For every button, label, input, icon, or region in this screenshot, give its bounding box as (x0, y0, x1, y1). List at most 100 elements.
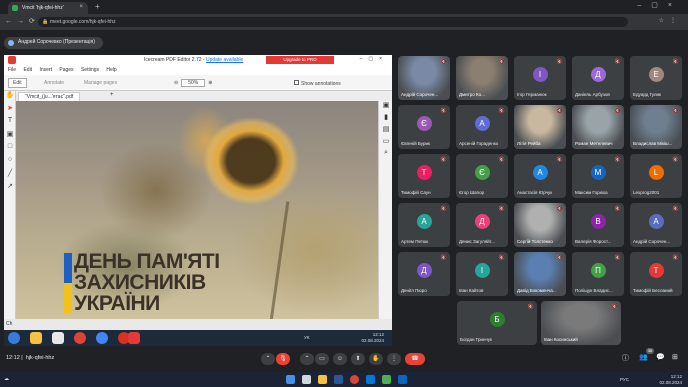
camera-chevron-icon[interactable]: ⌃ (300, 353, 314, 365)
edit-button[interactable]: Edit (8, 78, 27, 88)
people-icon[interactable]: 👥 (639, 353, 648, 361)
window-controls[interactable]: –▢× (637, 1, 682, 9)
chat-icon[interactable]: 💬 (656, 353, 665, 361)
search-taskbar-icon[interactable] (302, 375, 311, 384)
image-tool-icon[interactable]: ▣ (4, 130, 16, 143)
participant-tile[interactable]: 🔇 Дмитро Ко... (456, 56, 508, 100)
participant-tile[interactable]: 🔇 Владислав Мікіш... (630, 105, 682, 149)
word-taskbar-icon[interactable] (334, 375, 343, 384)
participant-tile[interactable]: 🔇 Андрій Сорочен... (398, 56, 450, 100)
rectangle-tool-icon[interactable]: □ (4, 143, 16, 156)
app2-taskbar-icon[interactable] (398, 375, 407, 384)
activities-icon[interactable]: ⊞ (672, 353, 678, 361)
start-button-icon[interactable] (286, 375, 295, 384)
search-icon[interactable]: ⌕ (379, 149, 393, 161)
camera-button[interactable]: ▭ (315, 353, 329, 365)
system-time: 12:12 (670, 374, 682, 379)
avatar: Б (489, 312, 505, 327)
checkbox-icon[interactable] (294, 80, 299, 85)
url-input[interactable]: 🔒 meet.google.com/hjk-qfei-hhz (38, 17, 628, 27)
weather-widget[interactable]: ☁ (4, 376, 9, 382)
menu-edit[interactable]: Edit (23, 67, 32, 73)
browser-tab[interactable]: Vmcit 'hjk-qfei-hhz' × (8, 2, 88, 14)
participant-tile[interactable]: А 🔇 Артем Петюк (398, 203, 450, 247)
participant-tile[interactable]: Є 🔇 Євгеній Бурик (398, 105, 450, 149)
media-icon (52, 332, 64, 344)
participant-name: Валерія Форост... (575, 239, 612, 244)
mic-off-button[interactable]: 🎙 (276, 353, 290, 365)
emoji-button[interactable]: ☺ (333, 353, 347, 365)
close-tab-icon[interactable]: × (79, 4, 83, 10)
comment-icon[interactable]: ▭ (379, 137, 393, 149)
menu-file[interactable]: File (8, 67, 16, 73)
text-tool-icon[interactable]: T (4, 117, 16, 130)
participant-tile[interactable]: 🔇 Роман Метелевич (572, 105, 624, 149)
edge-taskbar-icon[interactable] (366, 375, 375, 384)
line-tool-icon[interactable]: ╱ (4, 169, 16, 182)
menu-pages[interactable]: Pages (59, 67, 73, 73)
icecream-titlebar: Icecream PDF Editor 2.72 - Update availa… (4, 55, 392, 65)
participant-tile[interactable]: Д 🔇 Даніель Арбузов (572, 56, 624, 100)
select-tool-icon[interactable]: ➤ (4, 104, 16, 117)
menu-insert[interactable]: Insert (39, 67, 52, 73)
circle-tool-icon[interactable]: ○ (4, 156, 16, 169)
app-taskbar-icon[interactable] (382, 375, 391, 384)
present-button[interactable]: ⬆ (351, 353, 365, 365)
save-icon[interactable]: ▣ (379, 101, 393, 113)
raise-hand-button[interactable]: ✋ (369, 353, 383, 365)
participant-tile[interactable]: Д 🔇 Денис Загуляйт... (456, 203, 508, 247)
arrow-tool-icon[interactable]: ↗ (4, 182, 16, 195)
browser-toolbar-icons[interactable]: ☆⋮ (659, 17, 682, 24)
upgrade-pro-button[interactable]: Upgrade to PRO (266, 56, 334, 64)
participant-tile[interactable]: Е 🔇 Едуард Гулик (630, 56, 682, 100)
bookmark-icon[interactable]: ▮ (379, 113, 393, 125)
zoom-value[interactable]: 50% (181, 79, 206, 87)
participant-tile[interactable]: М 🔇 Максим Горюха (572, 154, 624, 198)
hand-tool-icon[interactable]: ✋ (4, 91, 16, 104)
leave-call-button[interactable]: ☎ (405, 353, 425, 365)
zoom-in-icon[interactable]: ⊕ (208, 80, 212, 86)
update-available-link[interactable]: Update available (206, 57, 243, 63)
participant-tile[interactable]: L 🔇 Lexprog2001 (630, 154, 682, 198)
participant-tile[interactable]: Т 🔇 Тимофій Бесланий (630, 252, 682, 296)
mic-chevron-icon[interactable]: ⌃ (261, 353, 275, 365)
add-document-icon[interactable]: + (110, 92, 114, 98)
avatar: М (590, 165, 606, 180)
participant-tile[interactable]: І 🔇 Іван Кайтов (456, 252, 508, 296)
participant-tile[interactable]: І 🔇 Ігор Германюк (514, 56, 566, 100)
participant-tile[interactable]: А 🔇 Арсеній Гораденко (456, 105, 508, 149)
muted-mic-icon: 🔇 (614, 206, 621, 212)
zoom-out-icon[interactable]: ⊖ (174, 80, 178, 86)
participant-tile[interactable]: Є 🔇 Єгор Шапор (456, 154, 508, 198)
participant-tile[interactable]: 🔇 Сергій Толстенко (514, 203, 566, 247)
participant-tile[interactable]: В 🔇 Валерія Форост... (572, 203, 624, 247)
system-clock[interactable]: 12:12 02.08.2024 (659, 374, 682, 385)
attachment-icon[interactable]: ▤ (379, 125, 393, 137)
participant-tile[interactable]: А 🔇 Андрій Сорочен... (630, 203, 682, 247)
participant-tile[interactable]: 🔇 Іван Косинський (541, 301, 621, 345)
address-bar: ←→⟳ 🔒 meet.google.com/hjk-qfei-hhz ☆⋮ (0, 14, 688, 30)
menu-help[interactable]: Help (106, 67, 116, 73)
keyboard-language[interactable]: РУС (620, 377, 629, 382)
manage-pages-button[interactable]: Manage pages (84, 80, 117, 86)
chrome-taskbar-icon[interactable] (350, 375, 359, 384)
avatar: А (416, 214, 432, 229)
more-options-button[interactable]: ⋮ (387, 353, 401, 365)
explorer-taskbar-icon[interactable] (318, 375, 327, 384)
annotate-button[interactable]: Annotate (44, 80, 64, 86)
participant-tile[interactable]: А 🔇 Анастасія Юрчук (514, 154, 566, 198)
new-tab-icon[interactable]: + (95, 2, 100, 11)
participant-tile[interactable]: Б 🔇 Богдан Гринчук (457, 301, 537, 345)
show-annotations-toggle[interactable]: Show annotations (294, 80, 341, 87)
info-icon[interactable]: ⓘ (622, 353, 629, 363)
participant-tile[interactable]: 🔇 Давід Бокоменча... (514, 252, 566, 296)
nav-buttons[interactable]: ←→⟳ (5, 17, 40, 25)
icecream-title: Icecream PDF Editor 2.72 - Update availa… (144, 57, 243, 63)
participant-tile[interactable]: П 🔇 Поліщук Владис... (572, 252, 624, 296)
menu-settings[interactable]: Settings (81, 67, 99, 73)
participant-tile[interactable]: Д 🔇 Деніїл Пюро (398, 252, 450, 296)
icecream-window-controls[interactable]: –▢× (360, 56, 388, 62)
muted-mic-icon: 🔇 (556, 59, 563, 65)
participant-tile[interactable]: 🔇 Літія Рейба (514, 105, 566, 149)
participant-tile[interactable]: Т 🔇 Тимофій Саун (398, 154, 450, 198)
